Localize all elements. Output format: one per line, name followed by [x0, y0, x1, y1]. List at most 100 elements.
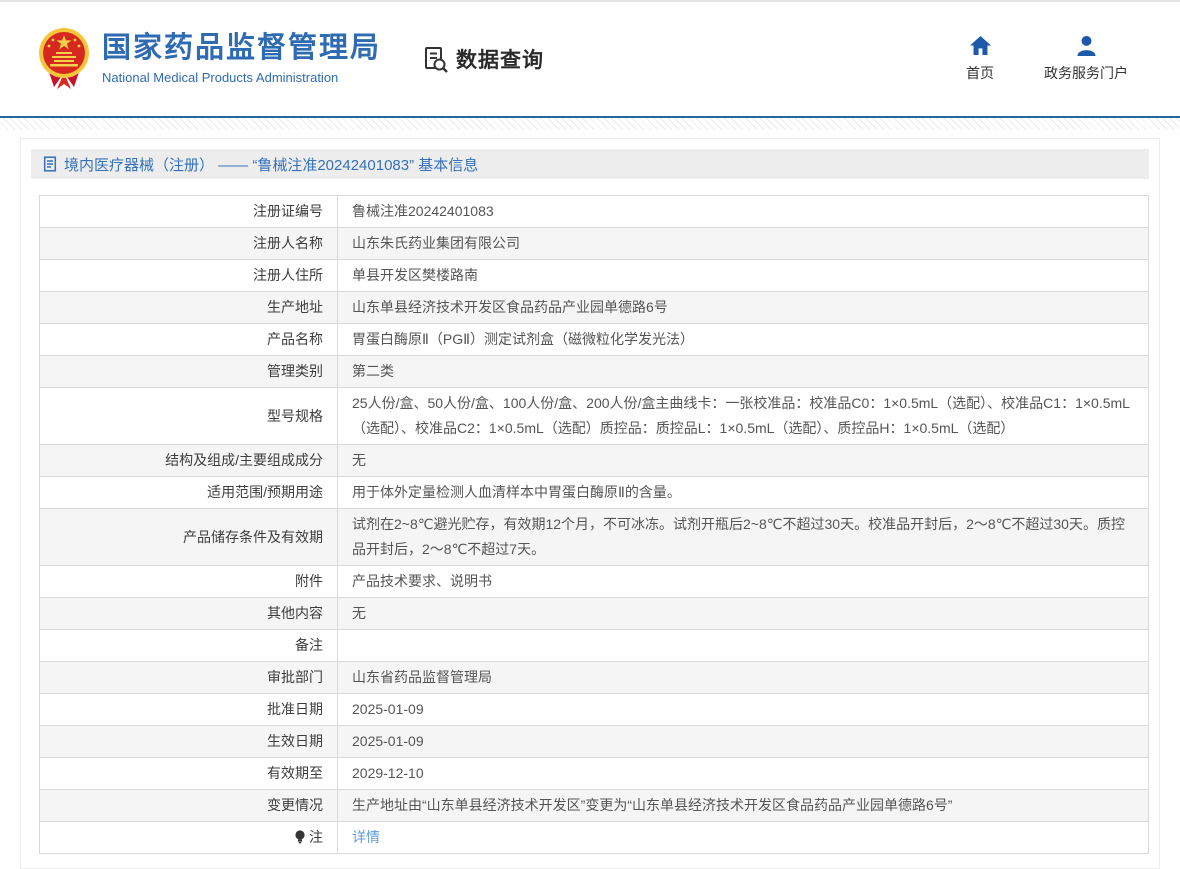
- table-row: 其他内容无: [40, 598, 1149, 630]
- page: 国家药品监督管理局 National Medical Products Admi…: [0, 0, 1180, 869]
- field-value: 山东朱氏药业集团有限公司: [338, 228, 1149, 260]
- field-value: 产品技术要求、说明书: [338, 566, 1149, 598]
- table-row: 适用范围/预期用途 用于体外定量检测人血清样本中胃蛋白酶原Ⅱ的含量。: [40, 477, 1149, 509]
- national-emblem-logo: [38, 27, 90, 91]
- field-label: 适用范围/预期用途: [40, 477, 338, 509]
- field-label-text: 有效期至: [267, 765, 323, 781]
- field-value-text: 鲁械注准20242401083: [352, 203, 494, 219]
- field-label: 注: [40, 822, 338, 854]
- nav-item-home[interactable]: 首页: [966, 35, 994, 83]
- field-value: 生产地址由“山东单县经济技术开发区”变更为“山东单县经济技术开发区食品药品产业园…: [338, 790, 1149, 822]
- page-title: 境内医疗器械（注册） —— “鲁械注准20242401083” 基本信息: [64, 154, 478, 175]
- document-search-icon: [421, 45, 449, 74]
- table-row: 附件产品技术要求、说明书: [40, 566, 1149, 598]
- field-label: 附件: [40, 566, 338, 598]
- brand: 国家药品监督管理局 National Medical Products Admi…: [38, 27, 381, 91]
- field-value-text: 第二类: [352, 363, 394, 379]
- field-value-text: 山东单县经济技术开发区食品药品产业园单德路6号: [352, 299, 668, 315]
- field-value: 鲁械注准20242401083: [338, 196, 1149, 228]
- field-label: 有效期至: [40, 758, 338, 790]
- field-label-text: 注: [309, 829, 323, 845]
- registration-info-table: 注册证编号 鲁械注准20242401083 注册人名称 山东朱氏药业集团有限公司注册人…: [39, 195, 1149, 854]
- table-row: 结构及组成/主要组成成分 无: [40, 445, 1149, 477]
- field-label: 注册人住所: [40, 260, 338, 292]
- info-table-body: 注册证编号 鲁械注准20242401083 注册人名称 山东朱氏药业集团有限公司注册人…: [40, 196, 1149, 854]
- content-container: 境内医疗器械（注册） —— “鲁械注准20242401083” 基本信息 注册证…: [20, 138, 1160, 869]
- org-name-cn: 国家药品监督管理局: [102, 33, 381, 65]
- field-value: 用于体外定量检测人血清样本中胃蛋白酶原Ⅱ的含量。: [338, 477, 1149, 509]
- detail-link[interactable]: 详情: [352, 829, 380, 845]
- field-label-text: 产品储存条件及有效期: [183, 529, 323, 545]
- field-label: 其他内容: [40, 598, 338, 630]
- field-value-text: 用于体外定量检测人血清样本中胃蛋白酶原Ⅱ的含量。: [352, 484, 681, 500]
- field-label: 注册人名称: [40, 228, 338, 260]
- field-label: 产品名称: [40, 324, 338, 356]
- field-label-text: 管理类别: [267, 363, 323, 379]
- field-value-text: 山东朱氏药业集团有限公司: [352, 235, 520, 251]
- field-label-text: 注册人住所: [253, 267, 323, 283]
- field-label: 产品储存条件及有效期: [40, 509, 338, 566]
- table-row: 有效期至 2029-12-10: [40, 758, 1149, 790]
- header-nav: 首页 政务服务门户: [966, 35, 1128, 83]
- table-row: 型号规格 25人份/盒、50人份/盒、100人份/盒、200人份/盒主曲线卡：一张…: [40, 388, 1149, 445]
- table-row: 生产地址 山东单县经济技术开发区食品药品产业园单德路6号: [40, 292, 1149, 324]
- field-label: 型号规格: [40, 388, 338, 445]
- field-label-text: 生产地址: [267, 299, 323, 315]
- field-value-text: 试剂在2~8℃避光贮存，有效期12个月，不可冰冻。试剂开瓶后2~8℃不超过30天…: [352, 516, 1125, 557]
- field-value: 胃蛋白酶原Ⅱ（PGⅡ）测定试剂盒（磁微粒化学发光法）: [338, 324, 1149, 356]
- field-label: 生产地址: [40, 292, 338, 324]
- field-value: 25人份/盒、50人份/盒、100人份/盒、200人份/盒主曲线卡：一张校准品：…: [338, 388, 1149, 445]
- field-label-text: 附件: [295, 573, 323, 589]
- field-label-text: 注册人名称: [253, 235, 323, 251]
- decorative-stripe-band: [0, 118, 1180, 130]
- page-title-bar: 境内医疗器械（注册） —— “鲁械注准20242401083” 基本信息: [31, 149, 1149, 179]
- table-row: 产品储存条件及有效期 试剂在2~8℃避光贮存，有效期12个月，不可冰冻。试剂开瓶后…: [40, 509, 1149, 566]
- field-label-text: 审批部门: [267, 669, 323, 685]
- field-value-text: 2029-12-10: [352, 765, 424, 781]
- data-query-label: 数据查询: [456, 44, 544, 74]
- table-row: 注册证编号 鲁械注准20242401083: [40, 196, 1149, 228]
- field-label: 变更情况: [40, 790, 338, 822]
- home-icon: [969, 35, 992, 56]
- field-value: 2025-01-09: [338, 694, 1149, 726]
- user-icon: [1075, 35, 1098, 56]
- field-value-text: 无: [352, 452, 366, 468]
- field-label: 生效日期: [40, 726, 338, 758]
- field-label-text: 其他内容: [267, 605, 323, 621]
- field-label: 管理类别: [40, 356, 338, 388]
- table-row: 产品名称胃蛋白酶原Ⅱ（PGⅡ）测定试剂盒（磁微粒化学发光法）: [40, 324, 1149, 356]
- table-row: 变更情况生产地址由“山东单县经济技术开发区”变更为“山东单县经济技术开发区食品药…: [40, 790, 1149, 822]
- field-value: 试剂在2~8℃避光贮存，有效期12个月，不可冰冻。试剂开瓶后2~8℃不超过30天…: [338, 509, 1149, 566]
- field-value: 单县开发区樊楼路南: [338, 260, 1149, 292]
- field-value-text: 2025-01-09: [352, 701, 424, 717]
- site-header: 国家药品监督管理局 National Medical Products Admi…: [0, 2, 1180, 118]
- field-label: 批准日期: [40, 694, 338, 726]
- field-value-text: 2025-01-09: [352, 733, 424, 749]
- field-value-text: 单县开发区樊楼路南: [352, 267, 478, 283]
- field-label: 结构及组成/主要组成成分: [40, 445, 338, 477]
- table-row: 管理类别 第二类: [40, 356, 1149, 388]
- field-value: 2025-01-09: [338, 726, 1149, 758]
- document-icon: [43, 156, 57, 172]
- field-label-text: 备注: [295, 637, 323, 653]
- field-value-text: 25人份/盒、50人份/盒、100人份/盒、200人份/盒主曲线卡：一张校准品：…: [352, 395, 1130, 436]
- field-label: 备注: [40, 630, 338, 662]
- field-label-text: 结构及组成/主要组成成分: [165, 452, 323, 468]
- field-value: [338, 630, 1149, 662]
- field-value-text: 山东省药品监督管理局: [352, 669, 492, 685]
- table-row: 审批部门 山东省药品监督管理局: [40, 662, 1149, 694]
- brand-text: 国家药品监督管理局 National Medical Products Admi…: [102, 33, 381, 85]
- nav-item-gov-portal[interactable]: 政务服务门户: [1044, 35, 1128, 83]
- table-row: 批准日期 2025-01-09: [40, 694, 1149, 726]
- field-label-text: 注册证编号: [253, 203, 323, 219]
- field-label-text: 生效日期: [267, 733, 323, 749]
- field-label-text: 批准日期: [267, 701, 323, 717]
- field-label-text: 型号规格: [267, 408, 323, 424]
- field-value: 2029-12-10: [338, 758, 1149, 790]
- field-label-text: 适用范围/预期用途: [207, 484, 323, 500]
- nav-label-home: 首页: [966, 63, 994, 83]
- table-row: 生效日期 2025-01-09: [40, 726, 1149, 758]
- bulb-icon: [294, 830, 306, 844]
- field-value: 第二类: [338, 356, 1149, 388]
- data-query-section[interactable]: 数据查询: [421, 44, 544, 74]
